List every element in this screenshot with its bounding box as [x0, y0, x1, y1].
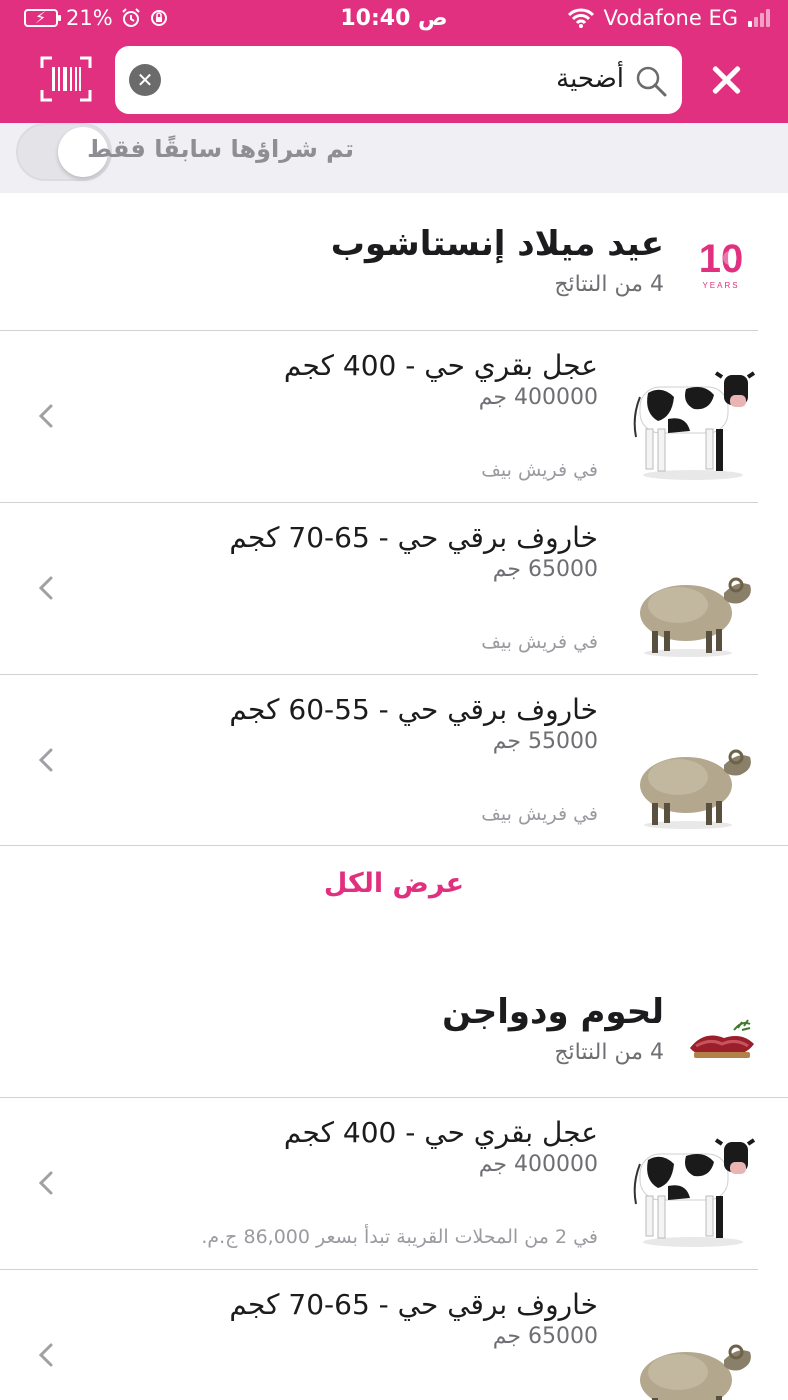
filter-label: تم شراؤها سابقًا فقط — [87, 135, 354, 163]
product-row[interactable]: عجل بقري حي - 400 كجم 400000 جم في 2 من … — [0, 1098, 788, 1269]
section-header-meat-poultry[interactable]: لحوم ودواجن 4 من النتائج — [0, 962, 788, 1098]
product-price: 55000 جم — [492, 729, 598, 754]
sheep-image — [640, 749, 751, 829]
chevron-left-icon — [38, 1343, 53, 1367]
product-name: عجل بقري حي - 400 كجم — [283, 1116, 598, 1149]
product-name: خاروف برقي حي - 65-70 كجم — [229, 1288, 598, 1321]
app-header: ⚡ 21% 10:40 ص Vodafone EG ✕ أضحية — [0, 0, 788, 123]
product-name: عجل بقري حي - 400 كجم — [283, 349, 598, 382]
barcode-scanner-button[interactable] — [40, 56, 92, 102]
section-count: 4 من النتائج — [554, 1040, 664, 1065]
product-name: خاروف برقي حي - 65-70 كجم — [229, 521, 598, 554]
chevron-left-icon — [38, 748, 53, 772]
product-name: خاروف برقي حي - 55-60 كجم — [229, 693, 598, 726]
product-row[interactable]: خاروف برقي حي - 55-60 كجم 55000 جم في فر… — [0, 675, 788, 846]
filter-bar: تم شراؤها سابقًا فقط — [0, 123, 788, 193]
section-header-instashop-birthday[interactable]: 10 YEARS عيد ميلاد إنستاشوب 4 من النتائج — [0, 194, 788, 330]
section-title: لحوم ودواجن — [442, 992, 664, 1032]
product-price: 65000 جم — [492, 557, 598, 582]
status-right: Vodafone EG — [567, 6, 770, 30]
product-store: في فريش بيف — [481, 459, 598, 481]
product-store: في فريش بيف — [481, 803, 598, 825]
product-row[interactable]: عجل بقري حي - 400 كجم 400000 جم في فريش … — [0, 331, 788, 502]
sheep-image — [640, 1344, 751, 1400]
product-row[interactable]: خاروف برقي حي - 65-70 كجم 65000 جم في فر… — [0, 503, 788, 674]
chevron-left-icon — [38, 404, 53, 428]
signal-icon — [748, 9, 770, 27]
product-price: 400000 جم — [478, 385, 598, 410]
cow-image — [633, 1138, 756, 1247]
product-row[interactable]: خاروف برقي حي - 65-70 كجم 65000 جم — [0, 1270, 788, 1400]
search-icon — [636, 66, 667, 97]
section-title: عيد ميلاد إنستاشوب — [330, 224, 664, 264]
clear-search-button[interactable]: ✕ — [129, 64, 161, 96]
chevron-left-icon — [38, 576, 53, 600]
section-count: 4 من النتائج — [554, 272, 664, 297]
wifi-icon — [567, 8, 594, 28]
divider — [0, 845, 788, 846]
search-input[interactable]: أضحية — [556, 64, 624, 94]
chevron-left-icon — [38, 1171, 53, 1195]
cow-image — [633, 371, 756, 480]
10-years-logo: 10 YEARS — [684, 232, 758, 294]
close-icon[interactable] — [708, 62, 744, 98]
search-field[interactable]: ✕ أضحية — [115, 46, 682, 114]
product-store: في 2 من المحلات القريبة تبدأ بسعر 86,000… — [201, 1226, 598, 1248]
view-all-button[interactable]: عرض الكل — [0, 868, 788, 918]
product-store: في فريش بيف — [481, 631, 598, 653]
meat-icon — [684, 1008, 758, 1070]
status-bar: ⚡ 21% 10:40 ص Vodafone EG — [0, 0, 788, 40]
barcode-icon — [40, 56, 92, 102]
svg-text:YEARS: YEARS — [702, 281, 739, 290]
carrier-name: Vodafone EG — [603, 6, 738, 30]
product-price: 400000 جم — [478, 1152, 598, 1177]
product-price: 65000 جم — [492, 1324, 598, 1349]
sheep-image — [640, 577, 751, 657]
